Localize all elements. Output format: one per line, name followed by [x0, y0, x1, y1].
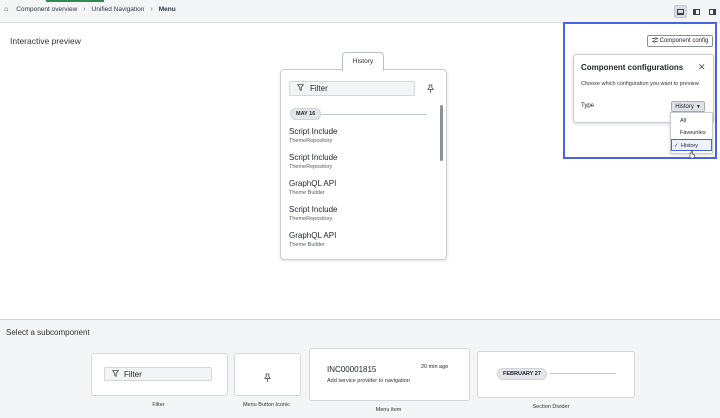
list-item-title: Script Include — [289, 153, 338, 162]
breadcrumb-item[interactable]: Component overview — [16, 6, 77, 13]
pin-icon — [264, 369, 271, 387]
subcomponent-caption: Menu Button Iconic — [242, 402, 291, 408]
subcomponent-menu-item-tile[interactable]: INC00001815 20 min ago Add service provi… — [309, 348, 470, 401]
filter-button[interactable]: Filter — [289, 81, 415, 96]
pin-icon[interactable] — [427, 84, 434, 95]
component-config-button[interactable]: Component config — [647, 35, 713, 47]
dropdown-option-favourites[interactable]: Favourites — [671, 127, 712, 139]
config-title: Component configurations — [581, 63, 684, 72]
type-label: Type — [581, 103, 595, 109]
home-icon[interactable]: ⌂ — [4, 6, 8, 13]
chevron-right-icon: › — [150, 6, 153, 13]
layout-left-icon[interactable] — [690, 5, 703, 18]
check-icon: ✓ — [674, 143, 679, 149]
active-accent-bar — [46, 0, 104, 2]
list-item-title: Script Include — [289, 127, 338, 136]
list-item-subtitle: Theme Builder — [289, 242, 325, 248]
list-item[interactable]: Script Include ThemeRepository — [289, 205, 337, 222]
list-item-title: Script Include — [289, 205, 338, 214]
filter-icon — [297, 84, 304, 93]
top-bar: ⌂ Component overview › Unified Navigatio… — [0, 0, 720, 23]
list-item-subtitle: Theme Builder — [289, 190, 325, 196]
subcomponent-filter-tile[interactable]: Filter — [91, 353, 228, 396]
subcomponent-title: Select a subcomponent — [6, 328, 90, 337]
section-divider-line — [550, 373, 616, 374]
tab-history[interactable]: History — [342, 52, 384, 71]
subcomponent-caption: Section Divider — [532, 404, 570, 410]
subcomponent-caption: Menu item — [375, 407, 402, 413]
date-chip: MAY 16 — [290, 108, 322, 120]
scrollbar-thumb[interactable] — [440, 105, 443, 161]
list-item[interactable]: GraphQL API Theme Builder — [289, 179, 336, 196]
filter-icon — [112, 369, 119, 379]
breadcrumb-item[interactable]: Unified Navigation — [92, 6, 145, 13]
menu-preview-card: Filter MAY 16 Script Include ThemeReposi… — [280, 69, 447, 260]
list-item-title: GraphQL API — [289, 179, 337, 188]
subcomponent-caption: Filter — [152, 402, 165, 408]
component-config-label: Component config — [659, 38, 709, 44]
filter-label: Filter — [310, 84, 328, 93]
list-item-subtitle: ThemeRepository — [289, 164, 333, 170]
list-item[interactable]: GraphQL API Theme Builder — [289, 231, 336, 248]
sliders-icon — [651, 37, 658, 45]
hand-cursor-icon — [688, 146, 695, 159]
type-select[interactable]: History ▼ — [671, 101, 705, 112]
list-item[interactable]: Script Include ThemeRepository — [289, 127, 337, 144]
date-chip: FEBRUARY 27 — [497, 368, 547, 380]
list-item-subtitle: ThemeRepository — [289, 216, 333, 222]
subcomponent-menu-button-tile[interactable] — [234, 353, 301, 396]
breadcrumb-current: Menu — [158, 6, 176, 13]
caret-down-icon: ▼ — [695, 103, 701, 110]
menu-item-description: Add service provider to navigation — [327, 378, 410, 384]
breadcrumb: ⌂ Component overview › Unified Navigatio… — [4, 6, 176, 13]
section-divider-line — [321, 114, 427, 115]
menu-item-time: 20 min ago — [421, 364, 449, 370]
type-select-value: History — [675, 103, 694, 110]
filter-button[interactable]: Filter — [104, 367, 212, 381]
list-item-subtitle: ThemeRepository — [289, 138, 333, 144]
layout-right-icon[interactable] — [706, 5, 719, 18]
list-item-title: GraphQL API — [289, 231, 337, 240]
dropdown-option-all[interactable]: All — [671, 115, 712, 127]
config-description: Choose which configuration you want to p… — [581, 81, 700, 87]
chevron-right-icon: › — [83, 6, 86, 13]
subcomponent-panel: Select a subcomponent Filter Filter Menu… — [0, 319, 720, 418]
close-icon[interactable]: ✕ — [698, 62, 706, 73]
list-item[interactable]: Script Include ThemeRepository — [289, 153, 337, 170]
layout-bottom-icon[interactable] — [674, 5, 687, 18]
filter-label: Filter — [124, 369, 142, 379]
menu-item-number: INC00001815 — [327, 365, 377, 374]
preview-title: Interactive preview — [10, 36, 81, 46]
subcomponent-section-divider-tile[interactable]: FEBRUARY 27 — [477, 351, 635, 398]
